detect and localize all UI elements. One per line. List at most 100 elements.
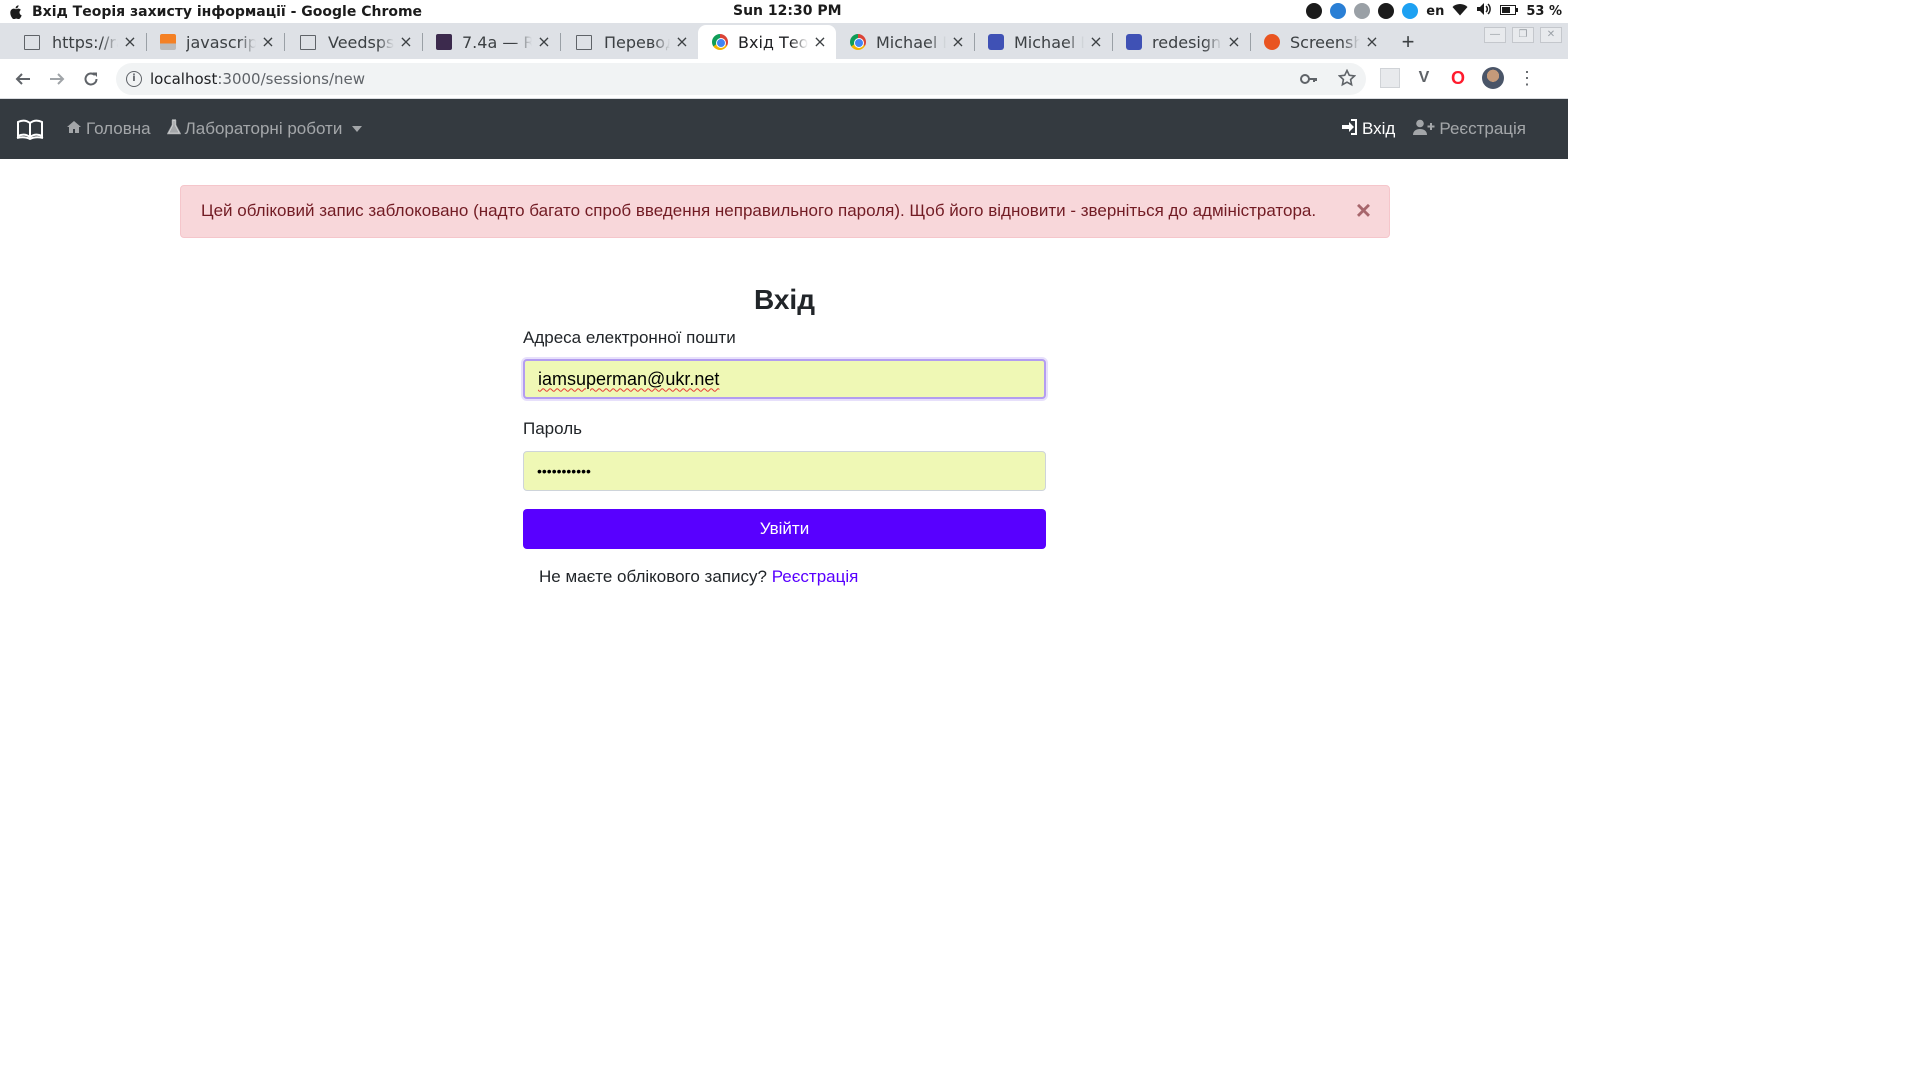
kebab-menu-icon[interactable]: ⋮ bbox=[1518, 68, 1536, 89]
url-path: :3000/sessions/new bbox=[217, 70, 366, 88]
forward-arrow-icon[interactable] bbox=[41, 63, 73, 95]
nav-register-label: Реєстрація bbox=[1439, 119, 1526, 138]
browser-tab[interactable]: redesign - × bbox=[1112, 25, 1250, 59]
nav-home-label: Головна bbox=[86, 119, 151, 138]
tab-label: Michael B bbox=[876, 32, 946, 52]
password-label: Пароль bbox=[523, 419, 582, 438]
notification-badge-icon[interactable] bbox=[1330, 3, 1347, 19]
tab-label: 7.4a — Re bbox=[462, 32, 532, 52]
tab-label: Вхід Теор bbox=[738, 32, 808, 52]
browser-tab[interactable]: javascript × bbox=[146, 25, 284, 59]
close-tab-icon[interactable]: × bbox=[1088, 34, 1104, 50]
restore-icon[interactable]: ❐ bbox=[1512, 27, 1534, 43]
close-tab-icon[interactable]: × bbox=[1226, 34, 1242, 50]
error-alert: Цей обліковий запис заблоковано (надто б… bbox=[180, 185, 1390, 238]
back-arrow-icon[interactable] bbox=[7, 63, 39, 95]
address-bar[interactable]: i localhost:3000/sessions/new bbox=[116, 63, 1366, 95]
close-tab-icon[interactable]: × bbox=[1364, 34, 1380, 50]
minimize-icon[interactable]: — bbox=[1484, 27, 1506, 43]
password-mask: ••••••••••• bbox=[537, 463, 591, 479]
browser-tab[interactable]: https://ra × bbox=[8, 25, 146, 59]
user-plus-icon bbox=[1413, 119, 1439, 140]
eye-icon bbox=[1126, 34, 1142, 50]
extension-icon[interactable] bbox=[1380, 68, 1400, 88]
browser-tab[interactable]: Screensho × bbox=[1250, 25, 1388, 59]
close-tab-icon[interactable]: × bbox=[536, 34, 552, 50]
bookmark-star-icon[interactable] bbox=[1337, 68, 1357, 92]
opera-icon[interactable]: O bbox=[1448, 68, 1468, 88]
close-tab-icon[interactable]: × bbox=[122, 34, 138, 50]
home-icon bbox=[66, 119, 86, 139]
close-tab-icon[interactable]: × bbox=[950, 34, 966, 50]
apple-icon[interactable] bbox=[8, 4, 22, 19]
keyboard-layout[interactable]: en bbox=[1426, 4, 1444, 19]
book-logo-icon[interactable] bbox=[16, 118, 44, 141]
nav-labs-dropdown[interactable]: Лабораторні роботи bbox=[166, 118, 363, 140]
vimium-icon[interactable]: V bbox=[1414, 68, 1434, 88]
stackoverflow-icon bbox=[160, 34, 176, 50]
document-icon bbox=[576, 34, 592, 50]
close-tab-icon[interactable]: × bbox=[812, 34, 828, 50]
tab-label: redesign - bbox=[1152, 32, 1222, 52]
chrome-icon bbox=[850, 34, 866, 50]
system-tray: en 53 % bbox=[1306, 2, 1562, 20]
info-icon[interactable]: i bbox=[126, 71, 142, 87]
register-link[interactable]: Реєстрація bbox=[772, 567, 859, 586]
browser-toolbar: i localhost:3000/sessions/new V O ⋮ bbox=[0, 59, 1568, 99]
page-title: Вхід bbox=[754, 284, 815, 315]
extensions-area: V O ⋮ bbox=[1380, 67, 1536, 89]
key-icon[interactable] bbox=[1300, 69, 1318, 92]
ubuntu-icon bbox=[1264, 34, 1280, 50]
wifi-icon[interactable] bbox=[1452, 3, 1468, 20]
alert-message: Цей обліковий запис заблоковано (надто б… bbox=[201, 201, 1317, 220]
site-navbar: Головна Лабораторні роботи Вхід Реєстрац… bbox=[0, 99, 1568, 159]
signup-prompt: Не маєте облікового запису? Реєстрація bbox=[539, 567, 858, 587]
profile-avatar[interactable] bbox=[1482, 67, 1504, 89]
tab-label: Michael B bbox=[1014, 32, 1084, 52]
battery-icon[interactable] bbox=[1500, 4, 1519, 19]
browser-tab-active[interactable]: Вхід Теор × bbox=[698, 25, 836, 59]
document-icon bbox=[300, 34, 316, 50]
browser-tab[interactable]: Michael B × bbox=[836, 25, 974, 59]
accessibility-icon[interactable] bbox=[1306, 3, 1323, 19]
new-tab-button[interactable]: + bbox=[1394, 28, 1422, 56]
url-host: localhost bbox=[150, 70, 218, 88]
flask-icon bbox=[166, 118, 185, 140]
close-icon[interactable]: × bbox=[1356, 197, 1371, 223]
tab-label: https://ra bbox=[52, 32, 118, 52]
email-field[interactable]: iamsuperman@ukr.net bbox=[523, 359, 1046, 399]
browser-tab[interactable]: Michael B × bbox=[974, 25, 1112, 59]
reload-icon[interactable] bbox=[75, 63, 107, 95]
close-tab-icon[interactable]: × bbox=[674, 34, 690, 50]
email-value: iamsuperman@ukr.net bbox=[538, 368, 720, 389]
browser-tab[interactable]: Veedsps × bbox=[284, 25, 422, 59]
no-account-text: Не маєте облікового запису? bbox=[539, 567, 767, 586]
settings-icon[interactable] bbox=[1354, 3, 1371, 19]
window-title: Вхід Теорія захисту інформації - Google … bbox=[32, 3, 423, 20]
tab-strip: https://ra × javascript × Veedsps × 7.4a… bbox=[0, 23, 1568, 59]
tab-label: javascript bbox=[186, 32, 256, 52]
volume-icon[interactable] bbox=[1476, 2, 1492, 20]
nav-login-link[interactable]: Вхід bbox=[1341, 118, 1396, 140]
browser-tab[interactable]: Перевод × bbox=[560, 25, 698, 59]
login-button[interactable]: Увійти bbox=[523, 509, 1046, 549]
nav-home-link[interactable]: Головна bbox=[66, 119, 151, 139]
tab-label: Перевод bbox=[604, 32, 670, 52]
eye-icon bbox=[988, 34, 1004, 50]
sign-in-icon bbox=[1341, 118, 1362, 140]
clock[interactable]: Sun 12:30 PM bbox=[733, 3, 842, 19]
close-tab-icon[interactable]: × bbox=[398, 34, 414, 50]
password-field[interactable]: ••••••••••• bbox=[523, 451, 1046, 491]
nav-login-label: Вхід bbox=[1362, 119, 1396, 138]
browser-tab[interactable]: 7.4a — Re × bbox=[422, 25, 560, 59]
window-controls: — ❐ ✕ bbox=[1484, 27, 1562, 43]
tab-label: Veedsps bbox=[328, 32, 394, 52]
close-tab-icon[interactable]: × bbox=[260, 34, 276, 50]
close-window-icon[interactable]: ✕ bbox=[1540, 27, 1562, 43]
caret-down-icon bbox=[352, 126, 363, 132]
skype-icon[interactable] bbox=[1402, 3, 1419, 19]
battery-percent: 53 % bbox=[1526, 3, 1562, 19]
document-icon bbox=[24, 34, 40, 50]
nav-register-link[interactable]: Реєстрація bbox=[1413, 119, 1526, 140]
upwork-icon[interactable] bbox=[1378, 3, 1395, 19]
